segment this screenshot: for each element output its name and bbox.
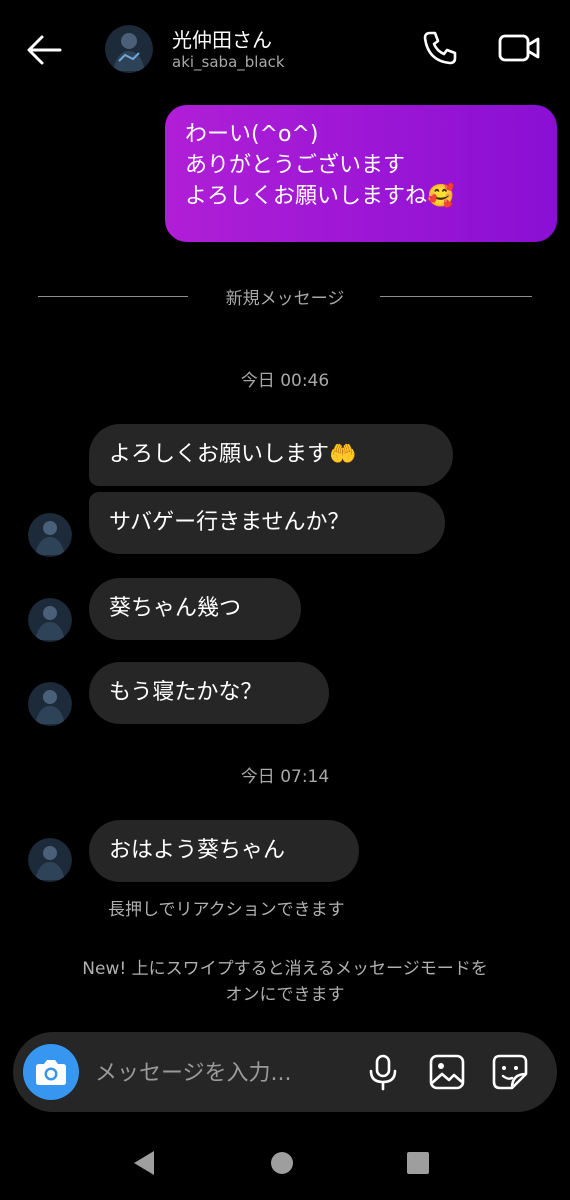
incoming-message-bubble[interactable]: おはよう葵ちゃん xyxy=(89,820,359,882)
video-camera-icon xyxy=(498,34,540,62)
sticker-button[interactable] xyxy=(490,1052,530,1092)
triangle-back-icon xyxy=(134,1151,154,1175)
avatar-image xyxy=(105,25,153,73)
vanish-mode-notice-line: New! 上にスワイプすると消えるメッセージモードを xyxy=(82,959,488,979)
contact-avatar[interactable] xyxy=(105,25,153,73)
image-icon xyxy=(429,1054,465,1090)
timestamp: 今日 00:46 xyxy=(240,371,330,391)
sticker-icon xyxy=(492,1054,528,1090)
vanish-mode-notice-line: オンにできます xyxy=(225,985,345,1005)
message-line: よろしくお願いしますね🥰 xyxy=(185,184,455,209)
sender-avatar[interactable] xyxy=(28,838,72,882)
sender-avatar[interactable] xyxy=(28,513,72,557)
call-button[interactable] xyxy=(420,28,460,68)
message-line: ありがとうございます xyxy=(185,153,406,178)
microphone-icon xyxy=(369,1054,397,1091)
circle-home-icon xyxy=(271,1152,293,1174)
microphone-button[interactable] xyxy=(363,1052,403,1092)
sender-avatar[interactable] xyxy=(28,598,72,642)
timestamp: 今日 07:14 xyxy=(240,767,330,787)
avatar-image xyxy=(28,513,72,557)
avatar-image xyxy=(28,682,72,726)
incoming-message-bubble[interactable]: よろしくお願いします🤲 xyxy=(89,424,453,486)
message-input[interactable] xyxy=(93,1050,367,1096)
incoming-message-bubble[interactable]: もう寝たかな？ xyxy=(89,662,329,724)
contact-username: aki_saba_black xyxy=(172,53,285,71)
video-call-button[interactable] xyxy=(497,28,543,68)
message-line: わーい(^o^) xyxy=(185,122,319,147)
gallery-button[interactable] xyxy=(427,1052,467,1092)
outgoing-message-bubble[interactable]: わーい(^o^) ありがとうございます よろしくお願いしますね🥰 xyxy=(165,105,557,242)
nav-home-button[interactable] xyxy=(262,1143,302,1183)
square-recents-icon xyxy=(407,1152,429,1174)
message-composer xyxy=(13,1032,557,1112)
incoming-message-bubble[interactable]: 葵ちゃん幾つ xyxy=(89,578,301,640)
nav-back-button[interactable] xyxy=(124,1143,164,1183)
sender-avatar[interactable] xyxy=(28,682,72,726)
reaction-hint: 長押しでリアクションできます xyxy=(108,900,345,920)
divider-line xyxy=(380,296,532,297)
camera-button[interactable] xyxy=(23,1044,79,1100)
back-button[interactable] xyxy=(24,30,64,70)
chat-header: 光仲田さん aki_saba_black xyxy=(0,0,570,100)
incoming-message-bubble[interactable]: サバゲー行きませんか？ xyxy=(89,492,445,554)
contact-name[interactable]: 光仲田さん xyxy=(172,24,272,53)
nav-recents-button[interactable] xyxy=(398,1143,438,1183)
avatar-image xyxy=(28,598,72,642)
phone-icon xyxy=(423,31,457,65)
arrow-left-icon xyxy=(27,35,62,65)
system-navigation-bar xyxy=(0,1125,570,1200)
camera-icon xyxy=(36,1060,66,1085)
new-messages-divider: 新規メッセージ xyxy=(38,282,532,310)
avatar-image xyxy=(28,838,72,882)
